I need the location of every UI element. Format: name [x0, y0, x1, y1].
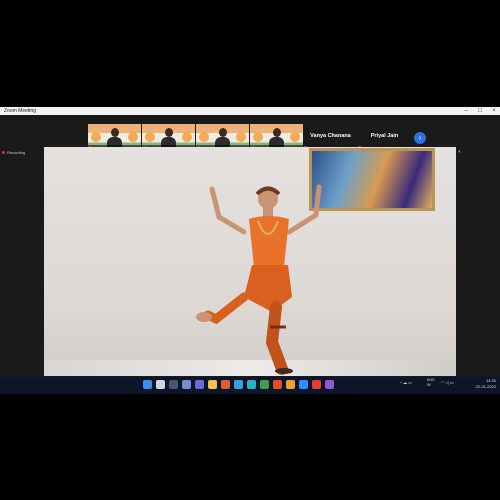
recording-dot-icon	[2, 151, 5, 155]
dancer-figure	[196, 184, 322, 375]
app-icon[interactable]	[325, 380, 334, 389]
office-icon[interactable]	[221, 380, 230, 389]
chat-icon[interactable]	[195, 380, 204, 389]
recording-indicator: Recording	[2, 150, 25, 155]
clock[interactable]: 14:30 22-01-2022	[476, 378, 496, 390]
network-volume-icons[interactable]: ◠ ◁ ▭	[441, 380, 454, 385]
participant-display-name: Priyal Jain	[370, 133, 399, 139]
window-title: Zoom Meeting	[4, 108, 36, 114]
search-icon[interactable]	[156, 380, 165, 389]
close-icon[interactable]: ×	[488, 107, 500, 115]
widgets-icon[interactable]	[182, 380, 191, 389]
chevron-right-icon: ›	[418, 133, 422, 142]
close-video-icon[interactable]: ×	[458, 149, 461, 154]
title-bar: Zoom Meeting – □ ×	[0, 107, 500, 115]
recording-label: Recording	[7, 150, 26, 155]
edge-icon[interactable]	[247, 380, 256, 389]
tray-icons[interactable]: ^ ☁ ▭	[400, 380, 412, 385]
chrome-icon[interactable]	[286, 380, 295, 389]
minimize-icon[interactable]: –	[460, 107, 472, 115]
task-view-icon[interactable]	[169, 380, 178, 389]
start-icon[interactable]	[143, 380, 152, 389]
maximize-icon[interactable]: □	[474, 107, 486, 115]
excel-icon[interactable]	[260, 380, 269, 389]
next-page-button[interactable]: ›	[414, 132, 426, 144]
windows-taskbar: ^ ☁ ▭ ENG IN ◠ ◁ ▭ 14:30 22-01-2022	[0, 377, 500, 394]
store-icon[interactable]	[234, 380, 243, 389]
app-icon[interactable]	[312, 380, 321, 389]
clock-date: 22-01-2022	[475, 384, 496, 389]
language-indicator[interactable]: ENG IN	[427, 378, 435, 388]
active-speaker-video[interactable]	[44, 147, 456, 376]
taskbar-icons	[143, 380, 334, 391]
file-explorer-icon[interactable]	[208, 380, 217, 389]
brave-icon[interactable]	[273, 380, 282, 389]
participant-display-name: Vanya Chanana	[310, 133, 351, 139]
zoom-icon[interactable]	[299, 380, 308, 389]
